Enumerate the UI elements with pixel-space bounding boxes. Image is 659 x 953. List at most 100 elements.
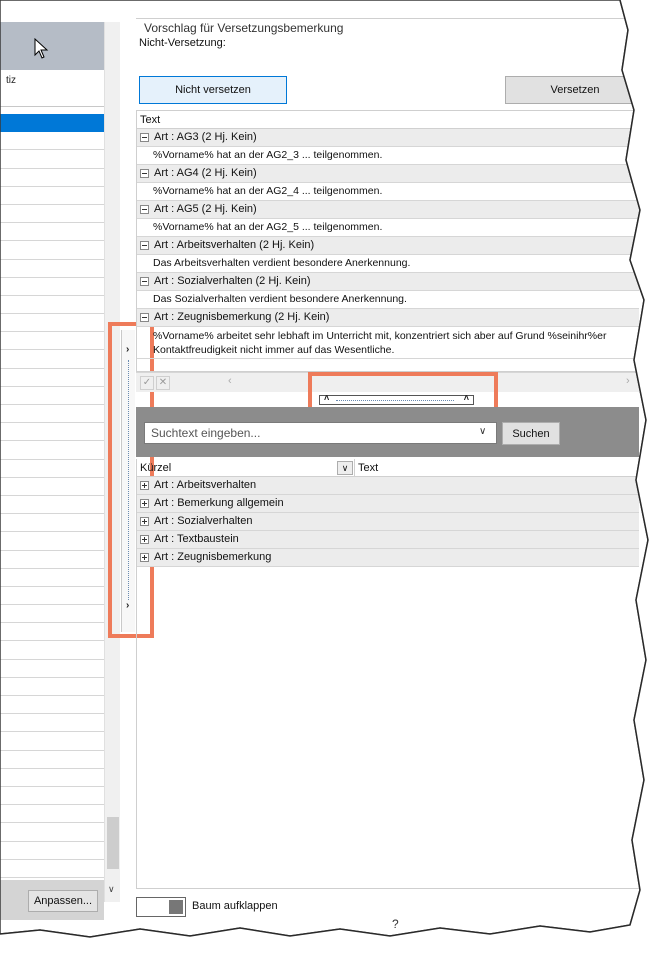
toggle-knob	[169, 900, 183, 914]
group-row[interactable]: Art : AG4 (2 Hj. Kein)	[137, 165, 639, 183]
table-row[interactable]	[0, 714, 104, 733]
table-row[interactable]: %Vorname% hat an der AG2_3 ... teilgenom…	[137, 147, 639, 165]
table-row[interactable]	[0, 605, 104, 624]
scroll-left-icon[interactable]: ‹	[228, 375, 232, 387]
table-row[interactable]	[0, 641, 104, 660]
group-row[interactable]: Art : Sozialverhalten (2 Hj. Kein)	[137, 273, 639, 291]
table-row[interactable]: Das Arbeitsverhalten verdient besondere …	[137, 255, 639, 273]
group-label: Art : Arbeitsverhalten (2 Hj. Kein)	[154, 239, 315, 251]
table-row[interactable]	[0, 314, 104, 333]
collapse-icon[interactable]	[140, 313, 149, 322]
table-row[interactable]	[0, 787, 104, 806]
right-panel: Vorschlag für Versetzungsbemerkung Nicht…	[136, 0, 659, 953]
collapse-icon[interactable]	[140, 169, 149, 178]
group-row[interactable]: Art : Arbeitsverhalten	[137, 477, 639, 495]
table-row[interactable]	[0, 696, 104, 715]
expand-icon[interactable]	[140, 481, 149, 490]
expand-icon[interactable]	[140, 553, 149, 562]
table-row[interactable]	[0, 387, 104, 405]
left-grid-rows	[0, 114, 104, 878]
column-header-kuerzel[interactable]: Kürzel ∨	[137, 459, 354, 476]
table-row[interactable]: %Vorname% hat an der AG2_4 ... teilgenom…	[137, 183, 639, 201]
table-row[interactable]	[0, 678, 104, 696]
table-row[interactable]	[0, 751, 104, 769]
table-row[interactable]	[0, 769, 104, 787]
group-label: Art : AG5 (2 Hj. Kein)	[154, 203, 257, 215]
group-row[interactable]: Art : Zeugnisbemerkung	[137, 549, 639, 567]
table-row[interactable]: %Vorname% hat an der AG2_5 ... teilgenom…	[137, 219, 639, 237]
scroll-down-icon[interactable]: ∨	[108, 884, 115, 895]
nicht-versetzen-button[interactable]: Nicht versetzen	[139, 76, 287, 104]
left-grid-header	[0, 22, 104, 70]
expand-icon[interactable]	[140, 499, 149, 508]
column-header-label: Kürzel	[140, 462, 172, 474]
column-header-notiz[interactable]: tiz	[6, 75, 16, 86]
collapse-icon[interactable]	[140, 133, 149, 142]
search-input[interactable]	[144, 422, 497, 444]
table-row[interactable]	[0, 205, 104, 224]
group-row[interactable]: Art : Sozialverhalten	[137, 513, 639, 531]
table-row[interactable]	[0, 441, 104, 460]
column-header-text[interactable]: Text	[354, 459, 639, 476]
scroll-right-icon[interactable]: ›	[626, 375, 630, 387]
group-label: Art : AG3 (2 Hj. Kein)	[154, 131, 257, 143]
table-row[interactable]	[0, 132, 104, 151]
group-label: Art : Sozialverhalten (2 Hj. Kein)	[154, 275, 311, 287]
group-row[interactable]: Art : AG3 (2 Hj. Kein)	[137, 129, 639, 147]
table-row[interactable]	[0, 260, 104, 278]
group-row[interactable]: Art : Arbeitsverhalten (2 Hj. Kein)	[137, 237, 639, 255]
expand-icon[interactable]	[140, 535, 149, 544]
table-row[interactable]	[0, 860, 104, 878]
expand-icon[interactable]	[140, 517, 149, 526]
table-row[interactable]	[0, 623, 104, 642]
table-row[interactable]	[0, 532, 104, 551]
table-row[interactable]	[0, 842, 104, 860]
suchen-button[interactable]: Suchen	[502, 422, 560, 445]
table-row[interactable]	[0, 350, 104, 369]
scrollbar-thumb[interactable]	[107, 817, 119, 869]
group-row[interactable]: Art : Bemerkung allgemein	[137, 495, 639, 513]
table-row[interactable]	[0, 805, 104, 824]
check-icon[interactable]: ✓	[140, 376, 154, 390]
group-label: Art : Sozialverhalten	[154, 515, 253, 527]
group-row[interactable]: Art : Zeugnisbemerkung (2 Hj. Kein)	[137, 309, 639, 327]
table-row[interactable]	[0, 823, 104, 842]
table-row[interactable]	[0, 496, 104, 515]
table-row[interactable]	[0, 514, 104, 533]
filter-dropdown-icon[interactable]: ∨	[337, 461, 353, 475]
group-row[interactable]: Art : AG5 (2 Hj. Kein)	[137, 201, 639, 219]
table-row[interactable]	[0, 223, 104, 242]
table-row[interactable]	[0, 478, 104, 496]
baum-aufklappen-toggle[interactable]	[136, 897, 186, 917]
group-row[interactable]: Art : Textbaustein	[137, 531, 639, 549]
table-row[interactable]	[0, 369, 104, 387]
close-icon[interactable]: ✕	[156, 376, 170, 390]
table-row[interactable]	[0, 423, 104, 442]
collapse-icon[interactable]	[140, 241, 149, 250]
table-row[interactable]	[0, 169, 104, 187]
table-row[interactable]	[0, 460, 104, 478]
table-row[interactable]	[0, 732, 104, 751]
versetzen-button[interactable]: Versetzen	[505, 76, 645, 104]
table-row[interactable]	[0, 114, 104, 133]
table-row[interactable]: Das Sozialverhalten verdient besondere A…	[137, 291, 639, 309]
collapse-icon[interactable]	[140, 205, 149, 214]
table-row[interactable]	[0, 278, 104, 296]
table-row[interactable]	[0, 241, 104, 260]
collapse-icon[interactable]	[140, 277, 149, 286]
table-row[interactable]	[0, 296, 104, 315]
left-panel: tiz ∨ Anpassen...	[0, 0, 120, 930]
table-row[interactable]	[0, 150, 104, 169]
table-row[interactable]	[0, 569, 104, 587]
group-label: Art : Zeugnisbemerkung (2 Hj. Kein)	[154, 311, 330, 323]
table-row[interactable]	[0, 405, 104, 424]
table-row[interactable]	[0, 660, 104, 678]
grid-header-text[interactable]: Text	[137, 111, 639, 129]
table-row[interactable]: %Vorname% arbeitet sehr lebhaft im Unter…	[137, 327, 639, 359]
anpassen-button[interactable]: Anpassen...	[28, 890, 98, 912]
table-row[interactable]	[0, 587, 104, 606]
table-row[interactable]	[0, 187, 104, 205]
help-icon[interactable]: ?	[392, 917, 399, 931]
table-row[interactable]	[0, 332, 104, 351]
table-row[interactable]	[0, 551, 104, 569]
